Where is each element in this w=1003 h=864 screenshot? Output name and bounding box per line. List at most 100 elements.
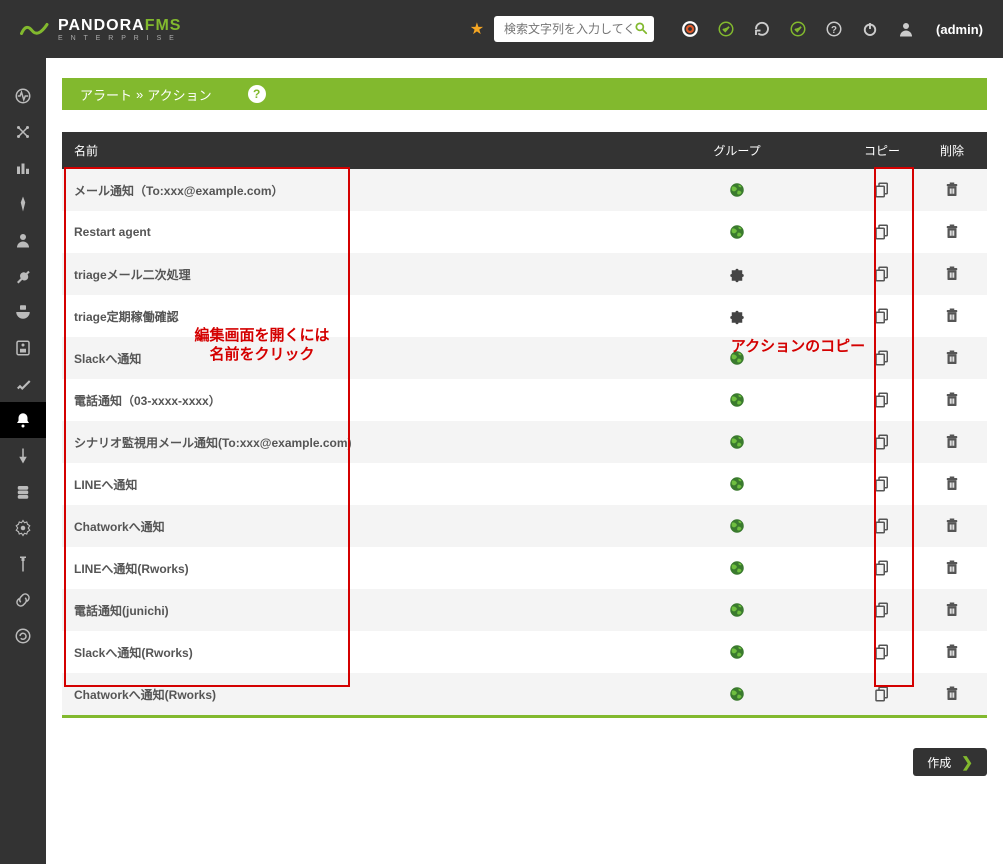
world-icon[interactable] <box>728 601 746 619</box>
breadcrumb-page[interactable]: アクション <box>147 85 211 104</box>
trash-icon[interactable] <box>943 601 961 619</box>
copy-icon[interactable] <box>873 181 891 199</box>
trash-icon[interactable] <box>943 517 961 535</box>
puzzle-icon[interactable] <box>728 307 746 325</box>
search-button[interactable] <box>634 21 648 38</box>
world-icon[interactable] <box>728 685 746 703</box>
refresh-icon[interactable] <box>752 19 772 39</box>
table-row: 電話通知(junichi) <box>62 589 987 631</box>
action-name-link[interactable]: LINEへ通知 <box>74 478 137 492</box>
create-button[interactable]: 作成 ❯ <box>913 748 987 776</box>
world-icon[interactable] <box>728 517 746 535</box>
action-name-link[interactable]: Chatworkへ通知 <box>74 520 165 534</box>
copy-icon[interactable] <box>873 643 891 661</box>
copy-icon[interactable] <box>873 685 891 703</box>
action-name-link[interactable]: LINEへ通知(Rworks) <box>74 562 189 576</box>
copy-icon[interactable] <box>873 391 891 409</box>
nav-alerts[interactable] <box>0 402 46 438</box>
help-icon[interactable]: ? <box>824 19 844 39</box>
puzzle-icon[interactable] <box>728 265 746 283</box>
action-name-link[interactable]: Chatworkへ通知(Rworks) <box>74 688 216 702</box>
world-icon[interactable] <box>728 181 746 199</box>
breadcrumb-section[interactable]: アラート <box>80 85 132 104</box>
copy-icon[interactable] <box>873 433 891 451</box>
table-row: triageメール二次処理 <box>62 253 987 295</box>
user-icon[interactable] <box>896 19 916 39</box>
copy-icon[interactable] <box>873 223 891 241</box>
nav-links[interactable] <box>0 582 46 618</box>
trash-icon[interactable] <box>943 643 961 661</box>
nav-events2[interactable] <box>0 438 46 474</box>
user-label[interactable]: (admin) <box>936 22 983 37</box>
copy-icon[interactable] <box>873 307 891 325</box>
status-ok-2-icon[interactable] <box>788 19 808 39</box>
copy-icon[interactable] <box>873 349 891 367</box>
trash-icon[interactable] <box>943 307 961 325</box>
status-ok-icon[interactable] <box>716 19 736 39</box>
nav-db[interactable] <box>0 474 46 510</box>
nav-profiles[interactable] <box>0 294 46 330</box>
trash-icon[interactable] <box>943 559 961 577</box>
nav-reports[interactable] <box>0 150 46 186</box>
action-name-link[interactable]: シナリオ監視用メール通知(To:xxx@example.com) <box>74 436 352 450</box>
table-row: シナリオ監視用メール通知(To:xxx@example.com) <box>62 421 987 463</box>
trash-icon[interactable] <box>943 181 961 199</box>
lifebuoy-icon[interactable] <box>680 19 700 39</box>
nav-topology[interactable] <box>0 114 46 150</box>
action-name-link[interactable]: 電話通知(junichi) <box>74 604 169 618</box>
nav-setup[interactable] <box>0 366 46 402</box>
table-row: Chatworkへ通知(Rworks) <box>62 673 987 715</box>
brand-main: PANDORA <box>58 17 145 34</box>
nav-servers[interactable] <box>0 330 46 366</box>
trash-icon[interactable] <box>943 475 961 493</box>
svg-text:?: ? <box>831 25 837 36</box>
th-group[interactable]: グループ <box>627 132 847 169</box>
trash-icon[interactable] <box>943 349 961 367</box>
action-name-link[interactable]: Slackへ通知 <box>74 352 141 366</box>
copy-icon[interactable] <box>873 601 891 619</box>
world-icon[interactable] <box>728 391 746 409</box>
action-name-link[interactable]: triageメール二次処理 <box>74 268 191 282</box>
th-delete[interactable]: 削除 <box>917 132 987 169</box>
favorite-star-icon[interactable]: ★ <box>470 19 484 39</box>
table-row: Slackへ通知(Rworks) <box>62 631 987 673</box>
create-button-label: 作成 <box>927 754 951 771</box>
breadcrumb-help-icon[interactable]: ? <box>248 85 266 103</box>
copy-icon[interactable] <box>873 559 891 577</box>
trash-icon[interactable] <box>943 433 961 451</box>
nav-monitoring[interactable] <box>0 78 46 114</box>
app-header: PANDORAFMS E N T E R P R I S E ★ ? <box>0 0 1003 58</box>
world-icon[interactable] <box>728 643 746 661</box>
action-name-link[interactable]: 電話通知（03-xxxx-xxxx） <box>74 394 221 408</box>
world-icon[interactable] <box>728 223 746 241</box>
copy-icon[interactable] <box>873 265 891 283</box>
table-row: triage定期稼働確認 <box>62 295 987 337</box>
copy-icon[interactable] <box>873 517 891 535</box>
action-name-link[interactable]: triage定期稼働確認 <box>74 310 179 324</box>
brand-logo-icon <box>20 20 50 38</box>
trash-icon[interactable] <box>943 265 961 283</box>
world-icon[interactable] <box>728 475 746 493</box>
nav-tools[interactable] <box>0 546 46 582</box>
nav-update[interactable] <box>0 618 46 654</box>
world-icon[interactable] <box>728 559 746 577</box>
trash-icon[interactable] <box>943 223 961 241</box>
nav-config[interactable] <box>0 258 46 294</box>
search-input[interactable] <box>504 22 634 36</box>
th-name[interactable]: 名前 <box>62 132 627 169</box>
nav-users[interactable] <box>0 222 46 258</box>
action-name-link[interactable]: メール通知（To:xxx@example.com） <box>74 184 284 198</box>
world-icon[interactable] <box>728 349 746 367</box>
brand-suffix: FMS <box>145 17 182 34</box>
action-name-link[interactable]: Slackへ通知(Rworks) <box>74 646 193 660</box>
nav-events[interactable] <box>0 186 46 222</box>
nav-admin[interactable] <box>0 510 46 546</box>
world-icon[interactable] <box>728 433 746 451</box>
th-copy[interactable]: コピー <box>847 132 917 169</box>
trash-icon[interactable] <box>943 391 961 409</box>
power-icon[interactable] <box>860 19 880 39</box>
trash-icon[interactable] <box>943 685 961 703</box>
action-name-link[interactable]: Restart agent <box>74 225 151 239</box>
copy-icon[interactable] <box>873 475 891 493</box>
chevron-right-icon: ❯ <box>961 754 973 771</box>
